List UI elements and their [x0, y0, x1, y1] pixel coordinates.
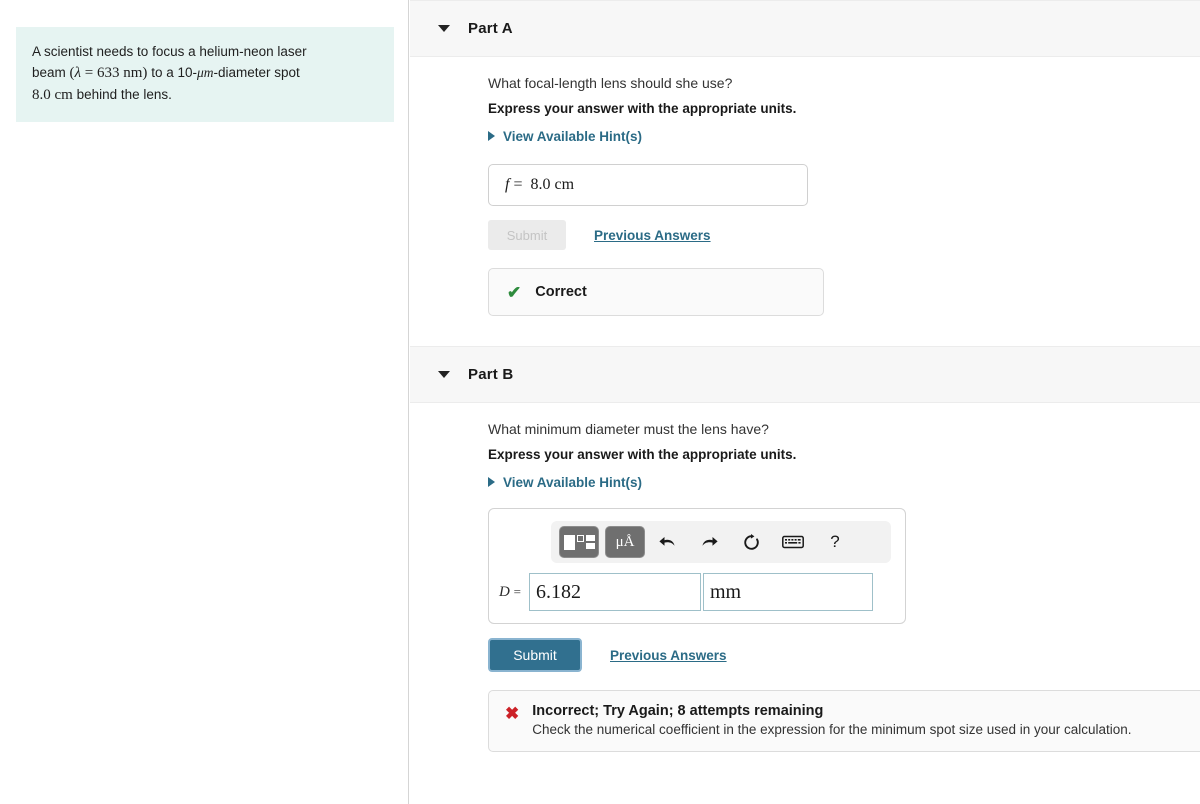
undo-button[interactable]: [651, 527, 683, 557]
x-icon: ✖: [505, 704, 520, 723]
problem-statement-text: A scientist needs to focus a helium-neon…: [32, 41, 378, 106]
part-b-unit-input[interactable]: [702, 573, 873, 611]
part-b-question: What minimum diameter must the lens have…: [488, 421, 769, 437]
part-a-answer-variable: f: [505, 176, 510, 193]
chevron-right-icon: [488, 131, 495, 141]
part-b-answer-variable: D: [499, 583, 510, 600]
chevron-down-icon[interactable]: [438, 371, 450, 378]
part-a-question: What focal-length lens should she use?: [488, 75, 733, 91]
problem-sidebar: A scientist needs to focus a helium-neon…: [0, 0, 409, 804]
part-b-answer-row: D =: [499, 573, 895, 611]
problem-wavelength-math: (λ = 633 nm): [69, 65, 148, 81]
part-a-answer-text: f = 8.0 cm: [505, 176, 574, 194]
part-a-answer-value: 8.0 cm: [530, 176, 575, 193]
problem-micrometer-symbol: μm: [196, 65, 214, 80]
part-b-feedback-text: Incorrect; Try Again; 8 attempts remaini…: [532, 703, 1131, 737]
part-b-header[interactable]: Part B: [410, 346, 1200, 403]
part-a-feedback-title: Correct: [535, 284, 587, 300]
reset-icon: [743, 533, 759, 550]
part-b-view-hints-link[interactable]: View Available Hint(s): [488, 475, 642, 490]
chevron-right-icon: [488, 477, 495, 487]
part-b-instruction: Express your answer with the appropriate…: [488, 447, 797, 462]
redo-button[interactable]: [693, 527, 725, 557]
part-b-answer-widget: μÅ ? D = 6.182 mm: [488, 508, 906, 624]
problem-line-2-mid: to a 10-: [151, 65, 197, 80]
redo-icon: [702, 536, 718, 546]
part-b-value-input[interactable]: [528, 573, 701, 611]
part-a-view-hints-link[interactable]: View Available Hint(s): [488, 129, 642, 144]
problem-distance-math: 8.0 cm: [32, 87, 73, 103]
part-a-answer-equals: =: [513, 176, 523, 193]
part-a-instruction: Express your answer with the appropriate…: [488, 101, 797, 116]
problem-statement-box: A scientist needs to focus a helium-neon…: [16, 27, 394, 122]
part-a-button-row: Submit Previous Answers: [488, 220, 1200, 250]
part-a-submit-button[interactable]: Submit: [488, 220, 566, 250]
keyboard-icon: [782, 535, 804, 549]
part-a-header[interactable]: Part A: [410, 0, 1200, 57]
part-b-answer-label: D =: [499, 584, 521, 601]
part-b-answer-equals: =: [513, 583, 521, 599]
part-b-feedback-title: Incorrect; Try Again; 8 attempts remaini…: [532, 703, 824, 719]
part-b-body: What minimum diameter must the lens have…: [410, 403, 1200, 752]
undo-icon: [658, 536, 674, 546]
part-a-hint-label: View Available Hint(s): [503, 128, 643, 144]
reset-button[interactable]: [735, 527, 767, 557]
help-button[interactable]: ?: [819, 527, 851, 557]
part-a-title: Part A: [468, 20, 513, 37]
part-a-previous-answers-link[interactable]: Previous Answers: [594, 228, 711, 243]
part-a-body: What focal-length lens should she use? E…: [410, 57, 1200, 316]
part-b-hint-label: View Available Hint(s): [503, 474, 643, 490]
math-template-button[interactable]: [559, 526, 599, 558]
math-template-icon: [563, 534, 595, 550]
chevron-down-icon[interactable]: [438, 25, 450, 32]
part-b-previous-answers-link[interactable]: Previous Answers: [610, 648, 727, 663]
problem-line-1: A scientist needs to focus a helium-neon…: [32, 44, 307, 59]
part-a-answer-field[interactable]: f = 8.0 cm: [488, 164, 808, 206]
part-a-correct-feedback: ✔ Correct: [488, 268, 824, 316]
question-mark-icon: ?: [830, 532, 840, 551]
problem-line-2-pre: beam: [32, 65, 66, 80]
math-entry-toolbar: μÅ ?: [551, 521, 891, 563]
problem-line-3-post: behind the lens.: [76, 87, 172, 102]
part-b-button-row: Submit Previous Answers: [488, 638, 1200, 672]
problem-line-2-post: -diameter spot: [213, 65, 300, 80]
part-b-submit-button[interactable]: Submit: [488, 638, 582, 672]
assignment-content: Part A What focal-length lens should she…: [410, 0, 1200, 804]
part-b-title: Part B: [468, 366, 514, 383]
part-b-feedback-subtext: Check the numerical coefficient in the e…: [532, 722, 1132, 737]
units-icon: μÅ: [615, 533, 635, 550]
keyboard-button[interactable]: [777, 527, 809, 557]
part-b-incorrect-feedback: ✖ Incorrect; Try Again; 8 attempts remai…: [488, 690, 1200, 752]
check-icon: ✔: [507, 282, 522, 302]
units-button[interactable]: μÅ: [605, 526, 645, 558]
